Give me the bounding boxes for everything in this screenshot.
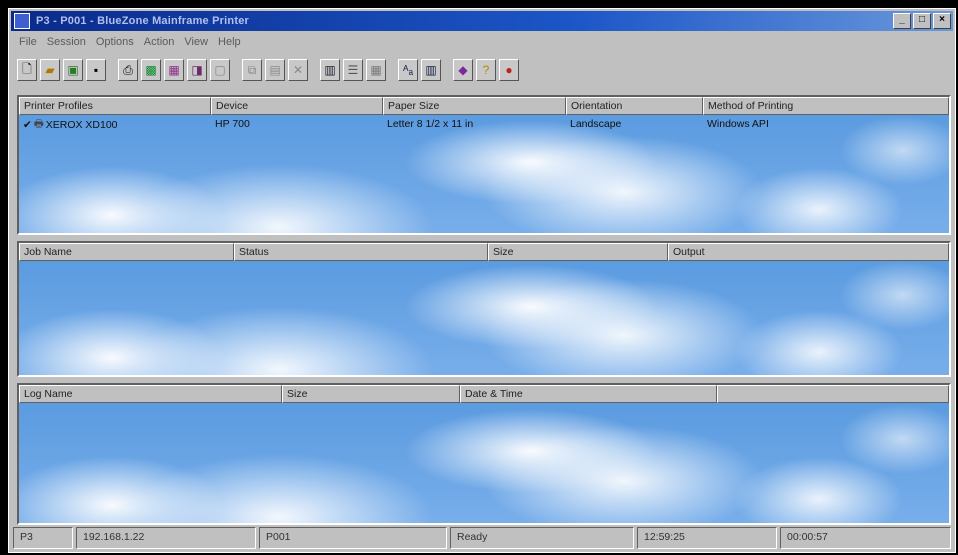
open-icon[interactable]: ▰ — [40, 59, 60, 81]
settings-icon[interactable]: ▦ — [164, 59, 184, 81]
log-pane: Log Name Size Date & Time — [17, 383, 951, 525]
status-device: P001 — [259, 527, 447, 549]
col-date-time[interactable]: Date & Time — [460, 385, 717, 403]
toolbar: 🗋 ▰ ▣ ▪ ⎙ ▩ ▦ ◨ ▢ ⧉ ▤ ✕ ▥ ☰ ▦ ᴬₐ ▥ ◆ ? ● — [13, 53, 951, 87]
paste-icon[interactable]: ▤ — [265, 59, 285, 81]
book-icon[interactable]: ◆ — [453, 59, 473, 81]
grid-icon[interactable]: ▦ — [366, 59, 386, 81]
folder-icon[interactable]: ▣ — [63, 59, 83, 81]
profiles-pane: Printer Profiles Device Paper Size Orien… — [17, 95, 951, 235]
jobs-header: Job Name Status Size Output — [19, 243, 949, 261]
status-elapsed: 00:00:57 — [780, 527, 951, 549]
profile-row[interactable]: ✔ 🖶 XEROX XD100 HP 700 Letter 8 1/2 x 11… — [19, 117, 949, 133]
apple-icon[interactable]: ● — [499, 59, 519, 81]
close-button[interactable]: × — [933, 13, 951, 29]
col-printer-profiles[interactable]: Printer Profiles — [19, 97, 211, 115]
log-header: Log Name Size Date & Time — [19, 385, 949, 403]
printer-props-icon[interactable]: ▥ — [320, 59, 340, 81]
profiles-header: Printer Profiles Device Paper Size Orien… — [19, 97, 949, 115]
check-icon: ✔ — [23, 119, 32, 131]
menu-bar: File Session Options Action View Help — [13, 33, 951, 51]
col-status[interactable]: Status — [234, 243, 488, 261]
col-size[interactable]: Size — [488, 243, 668, 261]
blank-icon[interactable]: ▢ — [210, 59, 230, 81]
window-title: P3 - P001 - BlueZone Mainframe Printer — [36, 15, 249, 27]
cell-profile: ✔ 🖶 XEROX XD100 — [19, 117, 211, 133]
app-icon[interactable] — [14, 13, 30, 29]
col-method[interactable]: Method of Printing — [703, 97, 949, 115]
print-icon[interactable]: ⎙ — [118, 59, 138, 81]
col-output[interactable]: Output — [668, 243, 949, 261]
profile-name: XEROX XD100 — [45, 119, 118, 131]
sky-background — [19, 261, 949, 375]
monitor-icon[interactable]: ▩ — [141, 59, 161, 81]
col-log-size[interactable]: Size — [282, 385, 460, 403]
sky-background — [19, 403, 949, 523]
delete-icon[interactable]: ✕ — [288, 59, 308, 81]
cell-paper: Letter 8 1/2 x 11 in — [387, 118, 474, 130]
status-ip: 192.168.1.22 — [76, 527, 256, 549]
font-icon[interactable]: ᴬₐ — [398, 59, 418, 81]
menu-help[interactable]: Help — [218, 36, 241, 48]
cell-orientation: Landscape — [570, 118, 622, 130]
maximize-button[interactable]: □ — [913, 13, 931, 29]
menu-action[interactable]: Action — [144, 36, 175, 48]
title-bar[interactable]: P3 - P001 - BlueZone Mainframe Printer _… — [11, 11, 953, 31]
window-controls: _ □ × — [893, 13, 951, 29]
menu-file[interactable]: File — [19, 36, 37, 48]
copy-icon[interactable]: ⧉ — [242, 59, 262, 81]
screen-icon[interactable]: ◨ — [187, 59, 207, 81]
jobs-pane: Job Name Status Size Output — [17, 241, 951, 377]
view-icon[interactable]: ▥ — [421, 59, 441, 81]
col-log-name[interactable]: Log Name — [19, 385, 282, 403]
menu-view[interactable]: View — [184, 36, 208, 48]
save-icon[interactable]: ▪ — [86, 59, 106, 81]
status-bar: P3 192.168.1.22 P001 Ready 12:59:25 00:0… — [13, 527, 951, 549]
status-state: Ready — [450, 527, 634, 549]
col-blank[interactable] — [717, 385, 949, 403]
menu-options[interactable]: Options — [96, 36, 134, 48]
col-orientation[interactable]: Orientation — [566, 97, 703, 115]
col-job-name[interactable]: Job Name — [19, 243, 234, 261]
minimize-button[interactable]: _ — [893, 13, 911, 29]
help-icon[interactable]: ? — [476, 59, 496, 81]
cell-method: Windows API — [707, 118, 769, 130]
printer-icon: 🖶 — [33, 118, 44, 130]
col-device[interactable]: Device — [211, 97, 383, 115]
menu-session[interactable]: Session — [47, 36, 86, 48]
list-icon[interactable]: ☰ — [343, 59, 363, 81]
cell-device: HP 700 — [215, 118, 250, 130]
col-paper-size[interactable]: Paper Size — [383, 97, 566, 115]
status-session: P3 — [13, 527, 73, 549]
new-icon[interactable]: 🗋 — [17, 59, 37, 81]
main-window: P3 - P001 - BlueZone Mainframe Printer _… — [8, 8, 956, 553]
status-time: 12:59:25 — [637, 527, 777, 549]
